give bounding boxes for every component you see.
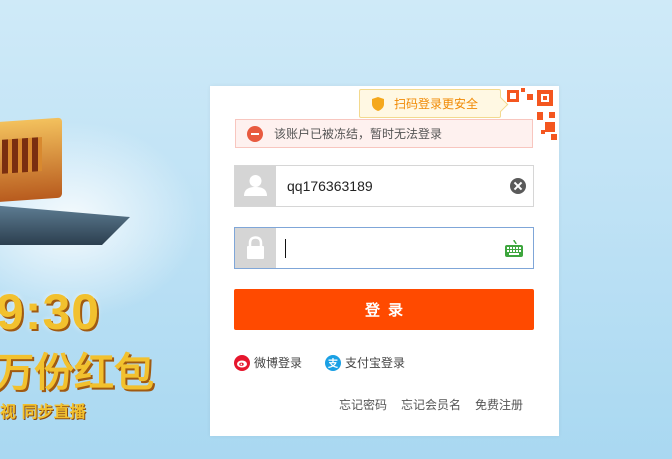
username-input[interactable]: qq176363189 bbox=[287, 166, 373, 206]
weibo-login-label: 微博登录 bbox=[254, 356, 303, 370]
alipay-icon: 支 bbox=[325, 354, 341, 371]
clear-icon[interactable] bbox=[510, 178, 526, 194]
alert-message: 该账户已被冻结，暂时无法登录 bbox=[274, 127, 443, 141]
promo-time-text: 9:30 bbox=[0, 284, 101, 340]
forgot-password-link[interactable]: 忘记密码 bbox=[339, 396, 387, 413]
alipay-login-label: 支付宝登录 bbox=[345, 356, 406, 370]
qr-tip-text: 扫码登录更安全 bbox=[394, 97, 479, 111]
password-field[interactable] bbox=[234, 227, 534, 269]
background-building-image bbox=[0, 117, 62, 203]
weibo-login-link[interactable]: 微博登录 bbox=[234, 354, 302, 371]
forgot-username-link[interactable]: 忘记会员名 bbox=[401, 396, 461, 413]
register-link[interactable]: 免费注册 bbox=[475, 396, 523, 413]
shield-icon bbox=[372, 96, 384, 111]
footer-links: 忘记密码 忘记会员名 免费注册 bbox=[339, 396, 523, 413]
account-frozen-alert: 该账户已被冻结，暂时无法登录 bbox=[235, 119, 533, 148]
user-icon bbox=[244, 175, 267, 196]
promo-headline: 万份红包 bbox=[0, 350, 154, 396]
alipay-login-link[interactable]: 支 支付宝登录 bbox=[325, 354, 405, 371]
keyboard-icon[interactable] bbox=[505, 240, 523, 257]
login-button[interactable]: 登录 bbox=[234, 289, 534, 330]
lock-icon-box bbox=[235, 228, 276, 268]
lock-icon bbox=[247, 236, 264, 259]
promo-live-text: 视 同步直播 bbox=[0, 402, 86, 421]
username-field[interactable]: qq176363189 bbox=[234, 165, 534, 207]
weibo-icon bbox=[234, 354, 250, 371]
password-input[interactable] bbox=[285, 239, 286, 258]
qr-login-tip[interactable]: 扫码登录更安全 bbox=[359, 89, 501, 118]
user-icon-box bbox=[235, 166, 276, 206]
error-minus-icon bbox=[247, 125, 263, 142]
